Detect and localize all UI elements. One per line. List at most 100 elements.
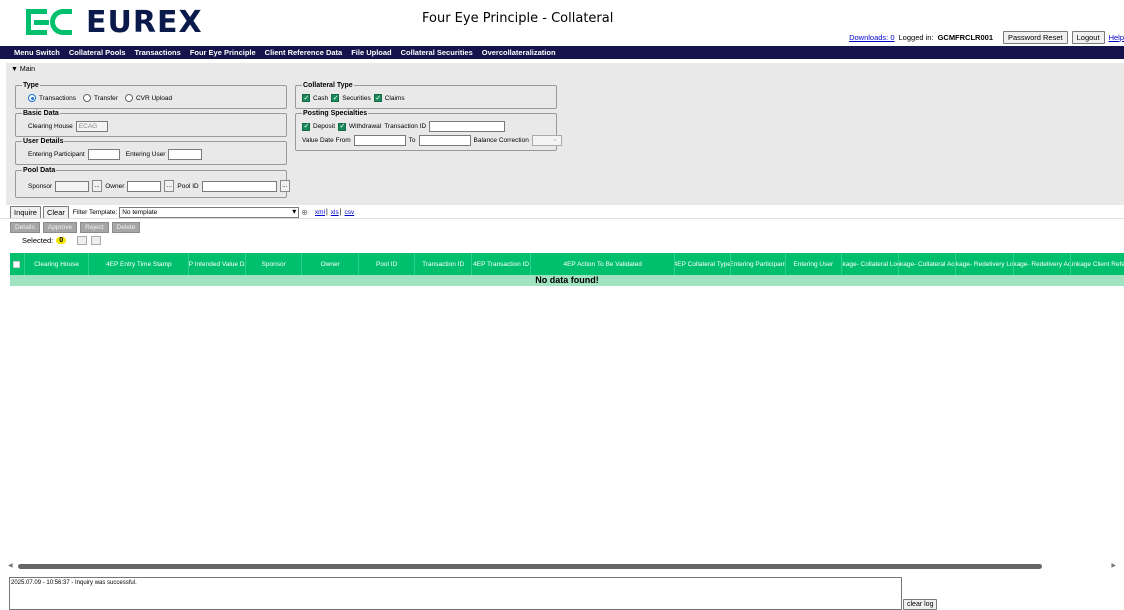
pool-data-group: Pool Data Sponsor ... Owner ... Pool ID …	[15, 167, 290, 198]
col-entering-user[interactable]: Entering User	[786, 253, 842, 275]
sponsor-label: Sponsor	[28, 182, 53, 190]
menu-item-collateral-securities[interactable]: Collateral Securities	[401, 48, 473, 57]
radio-cvr-upload[interactable]	[124, 94, 133, 102]
entering-participant-field[interactable]	[87, 149, 120, 160]
details-button[interactable]: Details	[10, 222, 40, 233]
transaction-id-field[interactable]	[429, 121, 506, 132]
delete-button[interactable]: Delete	[111, 222, 141, 233]
separator	[0, 218, 1124, 219]
add-template-icon[interactable]: ⊕	[301, 208, 308, 217]
help-link[interactable]: Help	[1109, 33, 1124, 42]
deposit-label: Deposit	[313, 123, 336, 130]
main-section-toggle[interactable]: ▼ Main	[11, 66, 35, 73]
type-group: Type Transactions Transfer CVR Upload	[15, 82, 287, 109]
col-sponsor[interactable]: Sponsor	[246, 253, 303, 275]
ec-logo-mark	[26, 9, 72, 35]
col-linkage-collateral-loc[interactable]: Linkage- Collateral Loc...	[842, 253, 899, 275]
claims-checkbox[interactable]	[373, 94, 382, 102]
value-date-from-field[interactable]	[353, 135, 406, 146]
menu-item-four-eye-principle[interactable]: Four Eye Principle	[190, 48, 256, 57]
scroll-right-icon[interactable]: ▶	[1111, 562, 1116, 569]
radio-transactions[interactable]	[28, 94, 36, 102]
main-section-label: Main	[19, 66, 36, 73]
withdrawal-checkbox[interactable]	[338, 122, 347, 131]
transaction-id-label: Transaction ID	[384, 123, 427, 130]
clear-log-button[interactable]: clear log	[903, 599, 938, 610]
menu-item-file-upload[interactable]: File Upload	[351, 48, 391, 57]
pool-id-lookup-button[interactable]: ...	[279, 180, 290, 192]
logged-in-user: GCMFRCLR001	[937, 33, 993, 42]
password-reset-button[interactable]: Password Reset	[1003, 31, 1068, 44]
claims-label: Claims	[384, 94, 405, 102]
col-linkage-redelivery-acc[interactable]: Linkage- Redelivery Acc...	[1014, 253, 1072, 275]
owner-field[interactable]	[127, 180, 162, 192]
pool-data-title: Pool Data	[22, 167, 57, 174]
sponsor-field[interactable]	[55, 180, 90, 192]
filter-template-label: Filter Template:	[72, 209, 118, 216]
owner-lookup-button[interactable]: ...	[164, 180, 175, 192]
posting-specialties-title: Posting Specialties	[302, 110, 369, 117]
col-entering-participant[interactable]: Entering Participant	[731, 253, 787, 275]
col-4ep-intended-value-date[interactable]: 4EP Intended Value Date	[189, 253, 246, 275]
export-csv-link[interactable]: csv	[345, 209, 355, 216]
col-transaction-id[interactable]: Transaction ID	[415, 253, 472, 275]
selected-count: Selected: 0	[22, 236, 102, 245]
menu-item-client-reference-data[interactable]: Client Reference Data	[265, 48, 343, 57]
menu-item-transactions[interactable]: Transactions	[135, 48, 181, 57]
radio-cvr-upload-label: CVR Upload	[135, 94, 173, 102]
sponsor-lookup-button[interactable]: ...	[92, 180, 103, 192]
col-4ep-entry-time-stamp[interactable]: 4EP Entry Time Stamp	[89, 253, 190, 275]
withdrawal-label: Withdrawal	[349, 123, 382, 130]
cash-checkbox[interactable]	[302, 94, 310, 102]
page-title: Four Eye Principle - Collateral	[422, 11, 614, 26]
col-4ep-transaction-id[interactable]: 4EP Transaction ID	[472, 253, 532, 275]
col-owner[interactable]: Owner	[302, 253, 359, 275]
value-date-to-label: To	[408, 137, 416, 144]
deposit-checkbox[interactable]	[302, 122, 310, 131]
table-header: Clearing House 4EP Entry Time Stamp 4EP …	[10, 253, 1124, 275]
clear-selection-icon[interactable]	[91, 236, 102, 245]
export-xls-link[interactable]: xls	[331, 209, 339, 216]
scrollbar-thumb[interactable]	[18, 564, 1042, 569]
scroll-left-icon[interactable]: ◀	[8, 562, 13, 569]
col-clearing-house[interactable]: Clearing House	[25, 253, 90, 275]
entering-user-field[interactable]	[168, 149, 203, 160]
select-all-column	[10, 253, 25, 275]
securities-checkbox[interactable]	[331, 94, 340, 102]
col-linkage-client-ref[interactable]: Linkage Client Refer	[1071, 253, 1124, 275]
main-filter-panel: ▼ Main Type Transactions Transfer CVR Up…	[6, 63, 1124, 205]
logout-button[interactable]: Logout	[1071, 31, 1105, 44]
value-date-to-field[interactable]	[418, 135, 471, 146]
results-table: Clearing House 4EP Entry Time Stamp 4EP …	[10, 253, 1124, 286]
menu-item-overcollateralization[interactable]: Overcollateralization	[482, 48, 556, 57]
balance-correction-select[interactable]: ⌄	[531, 135, 562, 146]
radio-transfer[interactable]	[82, 94, 91, 102]
col-4ep-collateral-type[interactable]: 4EP Collateral Type	[675, 253, 731, 275]
collateral-type-group: Collateral Type Cash Securities Claims	[295, 82, 557, 109]
menu-item-collateral-pools[interactable]: Collateral Pools	[69, 48, 126, 57]
column-settings-icon[interactable]	[77, 236, 88, 245]
pool-id-field[interactable]	[201, 180, 277, 192]
eurex-logo: EUREX	[26, 4, 203, 40]
col-linkage-redelivery-loc[interactable]: Linkage- Redelivery Loc...	[956, 253, 1014, 275]
entering-user-label: Entering User	[125, 151, 166, 158]
col-4ep-action[interactable]: 4EP Action To Be Validated	[531, 253, 676, 275]
clearing-house-field[interactable]: ECAG	[75, 121, 108, 132]
col-pool-id[interactable]: Pool ID	[359, 253, 416, 275]
col-linkage-collateral-acc[interactable]: Linkage- Collateral Acc...	[899, 253, 957, 275]
approve-button[interactable]: Approve	[42, 222, 78, 233]
export-xml-link[interactable]: xml	[315, 209, 325, 216]
filter-template-select[interactable]: No template	[119, 207, 300, 218]
horizontal-scrollbar[interactable]: ◀ ▶	[8, 563, 1116, 570]
no-data-message: No data found!	[10, 275, 1124, 286]
downloads-link[interactable]: Downloads: 0	[849, 33, 894, 42]
menu-item-menu-switch[interactable]: Menu Switch	[14, 48, 60, 57]
select-all-checkbox[interactable]	[13, 260, 21, 268]
message-log: 2025.07.09 - 10:56:37 - Inquiry was succ…	[9, 577, 902, 610]
collateral-type-title: Collateral Type	[302, 82, 354, 89]
reject-button[interactable]: Reject	[80, 222, 109, 233]
brand-name: EUREX	[86, 4, 203, 40]
cash-label: Cash	[313, 94, 329, 102]
balance-correction-label: Balance Correction	[473, 137, 529, 144]
basic-data-group: Basic Data Clearing House ECAG	[15, 110, 287, 137]
